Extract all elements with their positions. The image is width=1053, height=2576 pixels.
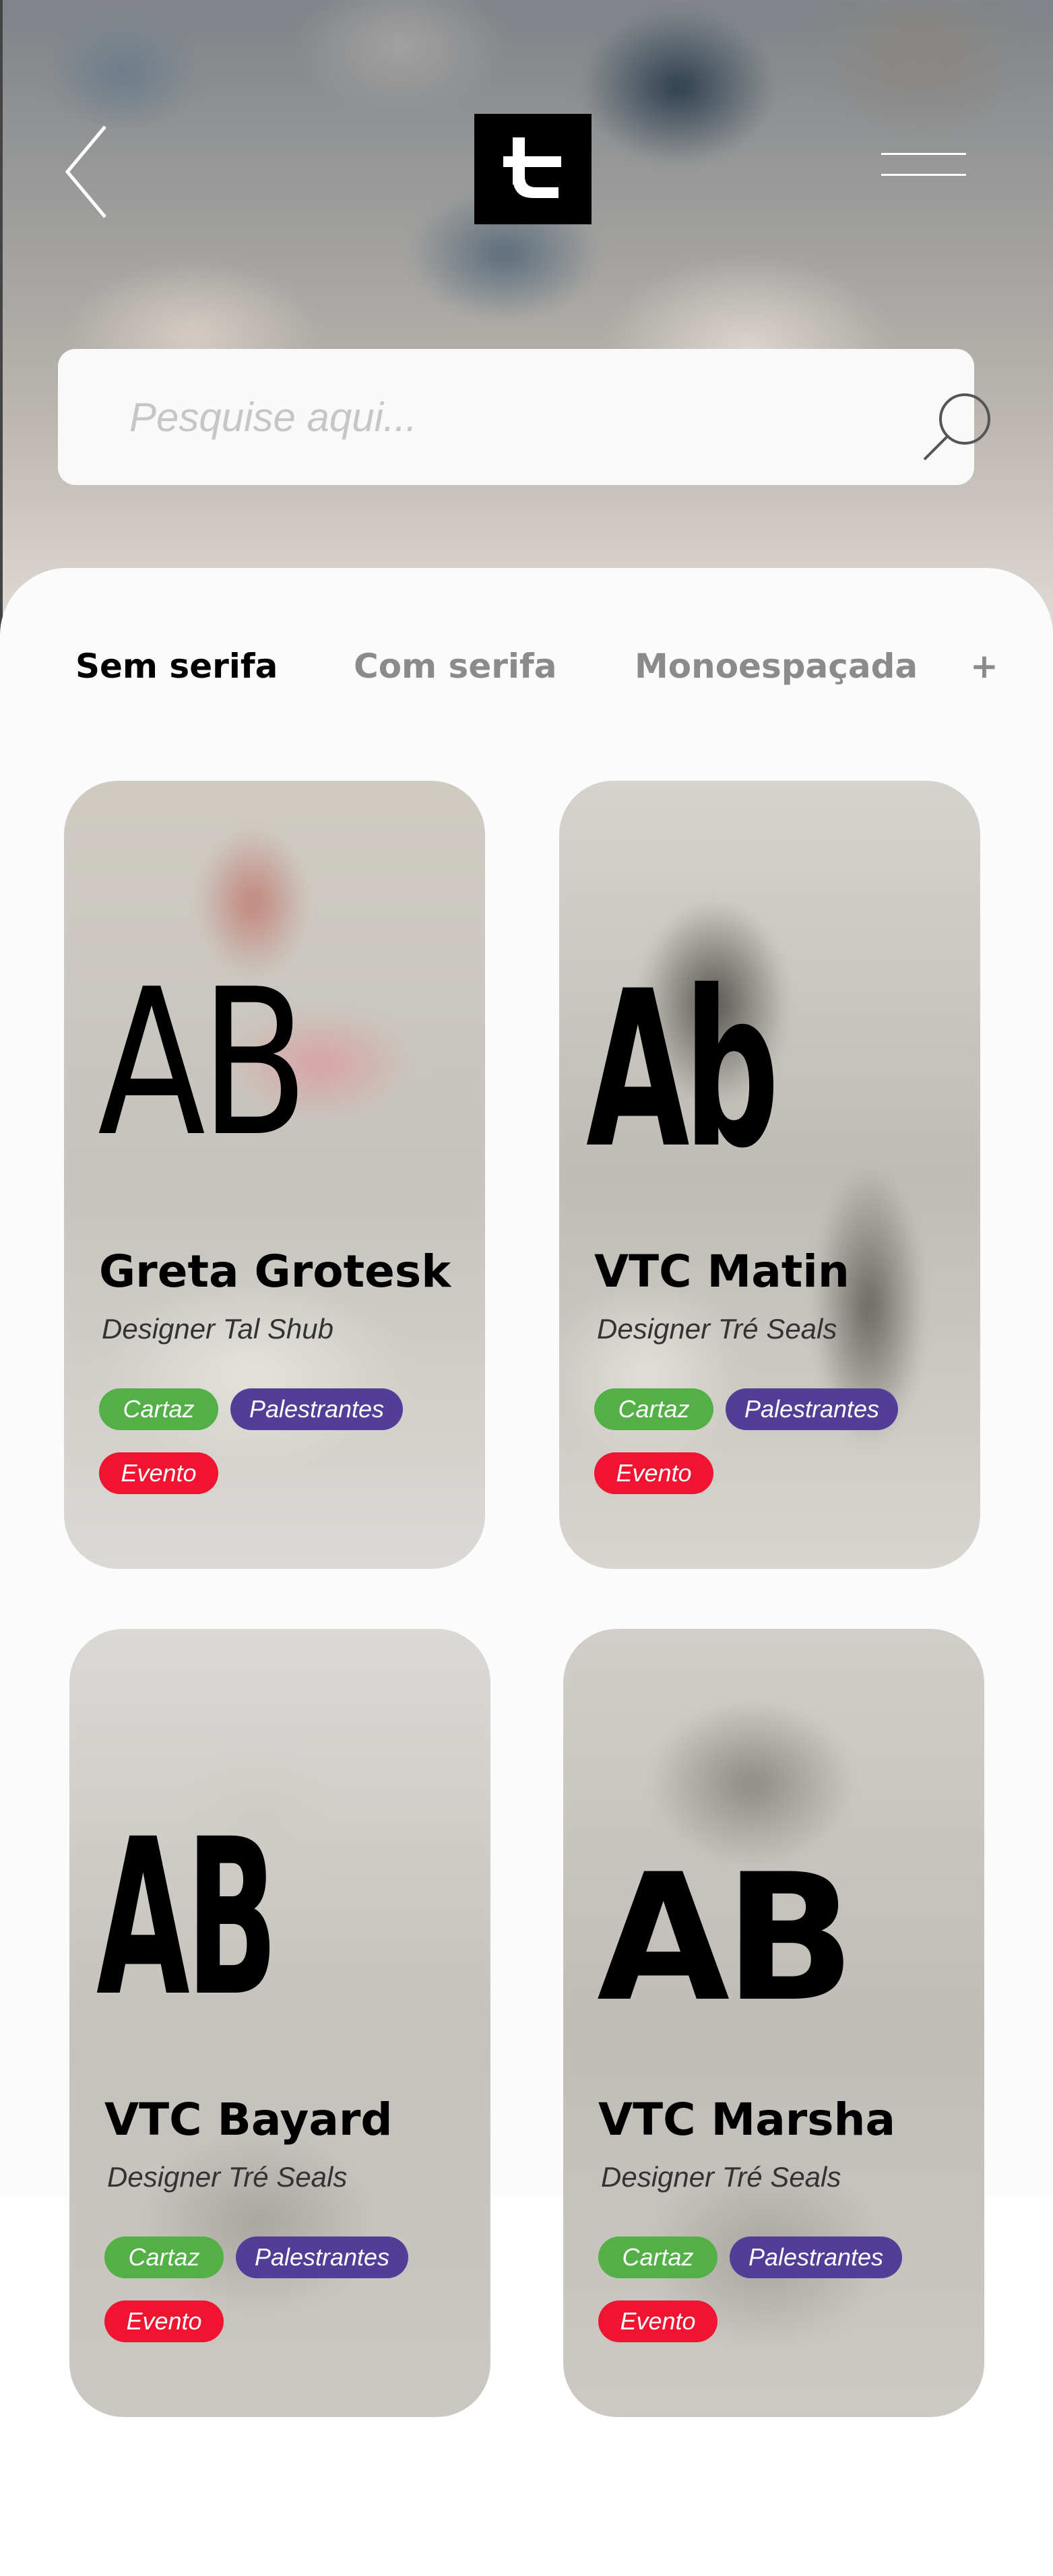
font-designer: Designer Tal Shub <box>102 1313 333 1345</box>
tag-palestrantes[interactable]: Palestrantes <box>726 1388 898 1430</box>
font-name: VTC Marsha <box>598 2094 896 2146</box>
font-sample-glyph: AB <box>98 946 309 1181</box>
tag-cartaz[interactable]: Cartaz <box>598 2236 717 2278</box>
tag-cartaz[interactable]: Cartaz <box>99 1388 218 1430</box>
tab-sem-serifa[interactable]: Sem serifa <box>75 647 278 686</box>
font-card-greta-grotesk[interactable]: AB Greta Grotesk Designer Tal Shub Carta… <box>64 781 485 1569</box>
font-sample-glyph: Ab <box>586 945 779 1196</box>
menu-line-bottom <box>881 174 966 176</box>
app-logo[interactable] <box>474 114 592 224</box>
tag-evento[interactable]: Evento <box>99 1452 218 1494</box>
font-designer: Designer Tré Seals <box>601 2161 841 2193</box>
back-button[interactable] <box>59 121 120 222</box>
font-designer: Designer Tré Seals <box>597 1313 837 1345</box>
chevron-left-icon <box>65 125 106 218</box>
font-name: Greta Grotesk <box>99 1246 451 1297</box>
font-card-vtc-bayard[interactable]: AB VTC Bayard Designer Tré Seals Cartaz … <box>69 1629 490 2417</box>
search-input[interactable] <box>128 383 838 451</box>
tag-evento[interactable]: Evento <box>104 2300 224 2342</box>
logo-t-glyph <box>503 137 561 198</box>
tag-palestrantes[interactable]: Palestrantes <box>730 2236 902 2278</box>
tag-palestrantes[interactable]: Palestrantes <box>236 2236 408 2278</box>
tab-com-serifa[interactable]: Com serifa <box>354 647 557 686</box>
tab-monoespacada[interactable]: Monoespaçada <box>635 647 918 686</box>
font-sample-glyph: AB <box>597 1837 856 2040</box>
font-name: VTC Matin <box>594 1246 850 1297</box>
search-icon[interactable] <box>920 389 994 463</box>
font-name: VTC Bayard <box>104 2094 393 2146</box>
tag-cartaz[interactable]: Cartaz <box>104 2236 224 2278</box>
tag-evento[interactable]: Evento <box>594 1452 713 1494</box>
font-sample-glyph: AB <box>96 1793 278 2044</box>
tag-cartaz[interactable]: Cartaz <box>594 1388 713 1430</box>
font-card-vtc-matin[interactable]: Ab VTC Matin Designer Tré Seals Cartaz P… <box>559 781 980 1569</box>
search-bar <box>58 349 990 485</box>
category-tabs: Sem serifa Com serifa Monoespaçada + <box>0 647 1053 707</box>
menu-button[interactable] <box>876 145 970 185</box>
tab-add-more[interactable]: + <box>970 647 998 686</box>
tag-evento[interactable]: Evento <box>598 2300 717 2342</box>
menu-line-top <box>881 153 966 155</box>
font-designer: Designer Tré Seals <box>107 2161 348 2193</box>
font-card-vtc-marsha[interactable]: AB VTC Marsha Designer Tré Seals Cartaz … <box>563 1629 984 2417</box>
tag-palestrantes[interactable]: Palestrantes <box>230 1388 403 1430</box>
